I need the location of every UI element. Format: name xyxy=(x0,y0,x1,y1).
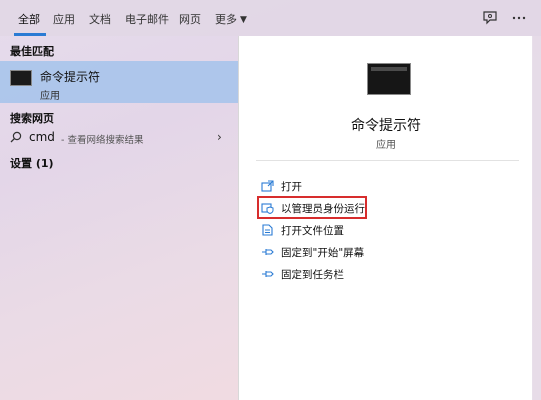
pin-icon xyxy=(262,271,274,277)
action-open-file-location[interactable]: 打开文件位置 xyxy=(261,222,501,240)
action-open[interactable]: 打开 xyxy=(261,178,501,196)
best-match-item[interactable]: 命令提示符 应用 xyxy=(0,61,238,103)
tab-email[interactable]: 电子邮件 xyxy=(125,11,169,27)
settings-heading[interactable]: 设置 (1) xyxy=(10,155,54,171)
open-icon xyxy=(261,180,274,192)
search-window: 全部 应用 文档 电子邮件 网页 更多▼ 最佳匹配 命令提示符 应用 搜索网页 xyxy=(0,0,541,400)
action-pin-to-taskbar-label: 固定到任务栏 xyxy=(281,269,344,281)
chevron-right-icon[interactable]: › xyxy=(217,130,222,144)
web-search-hint: - 查看网络搜索结果 xyxy=(61,135,144,146)
tab-apps[interactable]: 应用 xyxy=(53,11,75,27)
chevron-down-icon: ▼ xyxy=(240,15,247,25)
results-pane: 最佳匹配 命令提示符 应用 搜索网页 cmd - 查看网络搜索结果 › 设置 (… xyxy=(0,36,238,400)
action-open-file-location-label: 打开文件位置 xyxy=(281,225,344,237)
detail-pane: 命令提示符 应用 打开 以管理员身份运行 打开文件位置 固定到"开始"屏幕 固定… xyxy=(238,36,533,400)
search-icon xyxy=(10,131,22,143)
tab-web[interactable]: 网页 xyxy=(179,11,201,27)
action-open-label: 打开 xyxy=(281,181,302,193)
web-search-result[interactable]: cmd - 查看网络搜索结果 › xyxy=(0,128,238,148)
web-search-heading: 搜索网页 xyxy=(10,112,54,125)
action-pin-to-start-label: 固定到"开始"屏幕 xyxy=(281,247,365,259)
detail-app-type: 应用 xyxy=(376,140,396,151)
action-pin-to-start[interactable]: 固定到"开始"屏幕 xyxy=(261,244,501,262)
tab-documents[interactable]: 文档 xyxy=(89,11,111,27)
feedback-icon[interactable] xyxy=(482,10,498,26)
file-location-icon xyxy=(262,224,273,236)
action-pin-to-taskbar[interactable]: 固定到任务栏 xyxy=(261,266,501,284)
command-prompt-large-icon xyxy=(367,63,411,95)
detail-app-name: 命令提示符 xyxy=(351,118,421,134)
best-match-title: 命令提示符 xyxy=(40,70,101,84)
tab-all[interactable]: 全部 xyxy=(18,11,40,27)
pin-icon xyxy=(262,249,274,255)
tab-more[interactable]: 更多 ▼ xyxy=(215,11,247,27)
scrollbar-track[interactable] xyxy=(532,36,541,400)
tab-more-label: 更多 xyxy=(215,13,237,26)
highlight-box xyxy=(257,196,367,219)
tab-bar: 全部 应用 文档 电子邮件 网页 更多 ▼ xyxy=(0,0,541,36)
web-search-query: cmd xyxy=(29,130,55,144)
best-match-heading: 最佳匹配 xyxy=(10,45,54,58)
more-options-icon[interactable] xyxy=(511,10,527,26)
best-match-subtitle: 应用 xyxy=(40,91,60,102)
divider xyxy=(256,160,519,161)
command-prompt-icon xyxy=(10,70,32,86)
